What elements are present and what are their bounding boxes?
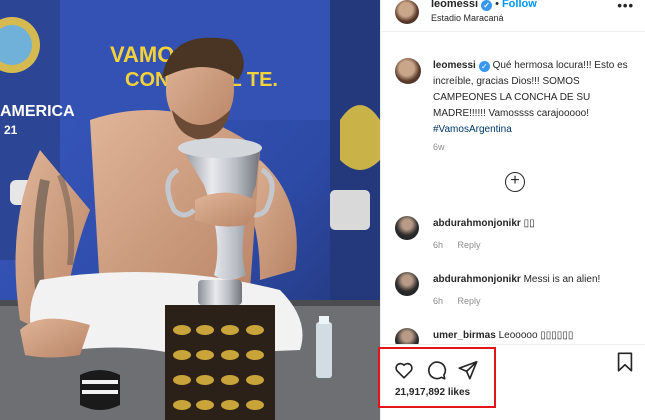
comment-text: ▯▯ [523,218,535,229]
avatar[interactable] [395,0,419,24]
share-icon[interactable] [457,359,479,381]
comment-text: Leooooo ▯▯▯▯▯▯ [498,330,574,341]
avatar[interactable] [395,216,419,240]
separator-dot: • [495,0,499,10]
comment-time[interactable]: 6h [433,240,443,250]
banner-text-left: AMERICA [0,103,75,120]
heart-icon[interactable] [393,359,415,381]
reply-button[interactable]: Reply [458,296,481,306]
likes-count[interactable]: 21,917,892 likes [395,387,470,398]
location-link[interactable]: Estadio Maracaná [431,13,504,23]
more-icon[interactable]: ••• [617,0,634,13]
comment-meta: 6h Reply [433,240,493,250]
avatar[interactable] [395,328,419,344]
load-more-comments-icon[interactable]: + [505,172,525,192]
post-actions-bar: 21,917,892 likes [381,344,645,420]
comment-username[interactable]: abdurahmonjonikr [433,218,521,229]
comment-text: Messi is an alien! [523,274,601,285]
comment-line: abdurahmonjonikr ▯▯ [433,218,535,229]
avatar[interactable] [395,58,421,84]
post-photo[interactable]: VAMOS CONMEBOL TE. AMERICA 21 [0,0,380,420]
banner-text-left-num: 21 [4,123,18,137]
follow-button[interactable]: Follow [502,0,537,10]
caption-hashtag[interactable]: #VamosArgentina [433,124,512,135]
comment-meta: 6h Reply [433,296,493,306]
comments-scroll-area[interactable]: leomessi ✓ Qué hermosa locura!!! Esto es … [381,44,645,344]
post-header: leomessi ✓ • Follow Estadio Maracaná ••• [381,0,645,32]
header-username[interactable]: leomessi [431,0,478,10]
caption-username[interactable]: leomessi [433,60,476,71]
post-side-panel: leomessi ✓ • Follow Estadio Maracaná ••• le… [380,0,645,420]
comment-line: abdurahmonjonikr Messi is an alien! [433,274,600,285]
comment-icon[interactable] [425,359,447,381]
comment-username[interactable]: umer_birmas [433,330,496,341]
avatar[interactable] [395,272,419,296]
comment-time[interactable]: 6h [433,296,443,306]
post-caption: leomessi ✓ Qué hermosa locura!!! Esto es … [433,58,633,138]
header-user-line: leomessi ✓ • Follow [431,0,537,11]
comment-username[interactable]: abdurahmonjonikr [433,274,521,285]
reply-button[interactable]: Reply [458,240,481,250]
comment-line: umer_birmas Leooooo ▯▯▯▯▯▯ [433,330,573,341]
post-image: VAMOS CONMEBOL TE. AMERICA 21 [0,0,380,420]
verified-icon: ✓ [478,61,490,72]
verified-icon: ✓ [481,0,493,11]
bookmark-icon[interactable] [614,351,636,373]
caption-time[interactable]: 6w [433,142,445,152]
